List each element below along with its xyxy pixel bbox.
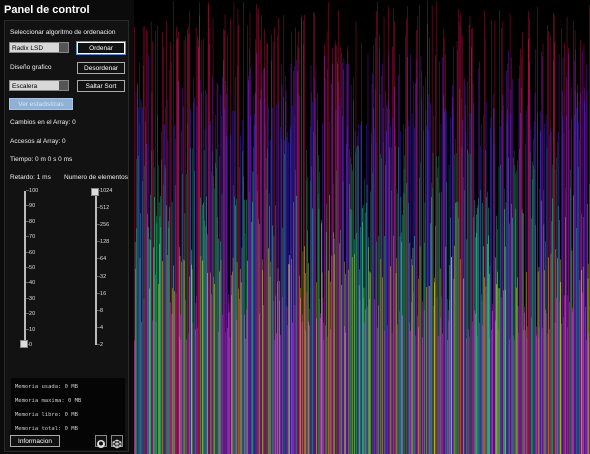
delay-slider-thumb[interactable] <box>20 340 28 349</box>
github-icon[interactable] <box>95 435 107 448</box>
elements-tick-label: –16 <box>97 290 107 297</box>
sort-button[interactable]: Ordenar <box>76 41 126 55</box>
memory-used-text: Memoria usada: 0 MB <box>15 384 78 390</box>
delay-label: Retardo: 1 ms <box>10 174 51 181</box>
control-panel: Panel de control Seleccionar algoritmo d… <box>0 0 134 454</box>
delay-tick-label: –10 <box>26 326 36 333</box>
delay-tick-label: –40 <box>26 280 36 287</box>
algorithm-select-value: Radix LSD <box>12 45 44 52</box>
algorithm-label: Seleccionar algoritmo de ordenacion <box>10 29 116 36</box>
elements-tick-label: –8 <box>97 307 104 314</box>
array-changes-text: Cambios en el Array: 0 <box>10 119 76 126</box>
delay-tick-label: –50 <box>26 265 36 271</box>
array-accesses-text: Accesos al Array: 0 <box>10 138 66 145</box>
sort-visualization <box>134 0 590 454</box>
design-select[interactable]: Escalera <box>9 80 69 91</box>
design-label: Diseño grafico <box>10 64 52 71</box>
elements-tick-label: –4 <box>97 324 104 331</box>
elements-tick-label: –128 <box>97 239 110 246</box>
memory-total-text: Memoria total: 0 MB <box>15 426 78 432</box>
time-text: Tiempo: 0 m 0 s 0 ms <box>10 156 73 163</box>
elements-slider-track[interactable] <box>95 191 97 345</box>
delay-tick-label: –100 <box>26 188 39 194</box>
elements-slider-thumb[interactable] <box>91 188 99 196</box>
cube-icon[interactable] <box>111 435 123 449</box>
delay-tick-label: –30 <box>26 295 36 302</box>
info-button[interactable]: Informacion <box>10 435 60 447</box>
statistics-button[interactable]: Ver estadisticas <box>9 98 73 110</box>
panel-body: Seleccionar algoritmo de ordenacion Radi… <box>4 20 129 452</box>
delay-tick-label: –20 <box>26 311 36 318</box>
memory-free-text: Memoria libre: 0 MB <box>15 412 78 418</box>
elements-tick-label: –64 <box>97 256 107 263</box>
shuffle-button[interactable]: Desordenar <box>77 62 125 74</box>
algorithm-select[interactable]: Radix LSD <box>9 42 69 53</box>
elements-tick-label: –1024 <box>97 188 113 194</box>
design-select-value: Escalera <box>12 83 38 90</box>
chevron-down-icon <box>59 81 68 90</box>
chevron-down-icon <box>59 43 68 52</box>
panel-title: Panel de control <box>4 4 90 16</box>
elements-tick-label: –32 <box>97 273 107 280</box>
delay-tick-label: –60 <box>26 249 36 256</box>
skip-sort-button[interactable]: Saltar Sort <box>77 80 125 92</box>
elements-tick-label: –2 <box>97 342 104 348</box>
memory-max-text: Memoria maxima: 0 MB <box>15 398 82 404</box>
elements-label: Numero de elementos <box>64 174 128 181</box>
elements-tick-label: –256 <box>97 222 110 229</box>
delay-tick-label: –70 <box>26 234 36 241</box>
delay-tick-label: –90 <box>26 203 36 210</box>
delay-tick-label: –80 <box>26 218 36 225</box>
elements-tick-label: –512 <box>97 205 110 212</box>
